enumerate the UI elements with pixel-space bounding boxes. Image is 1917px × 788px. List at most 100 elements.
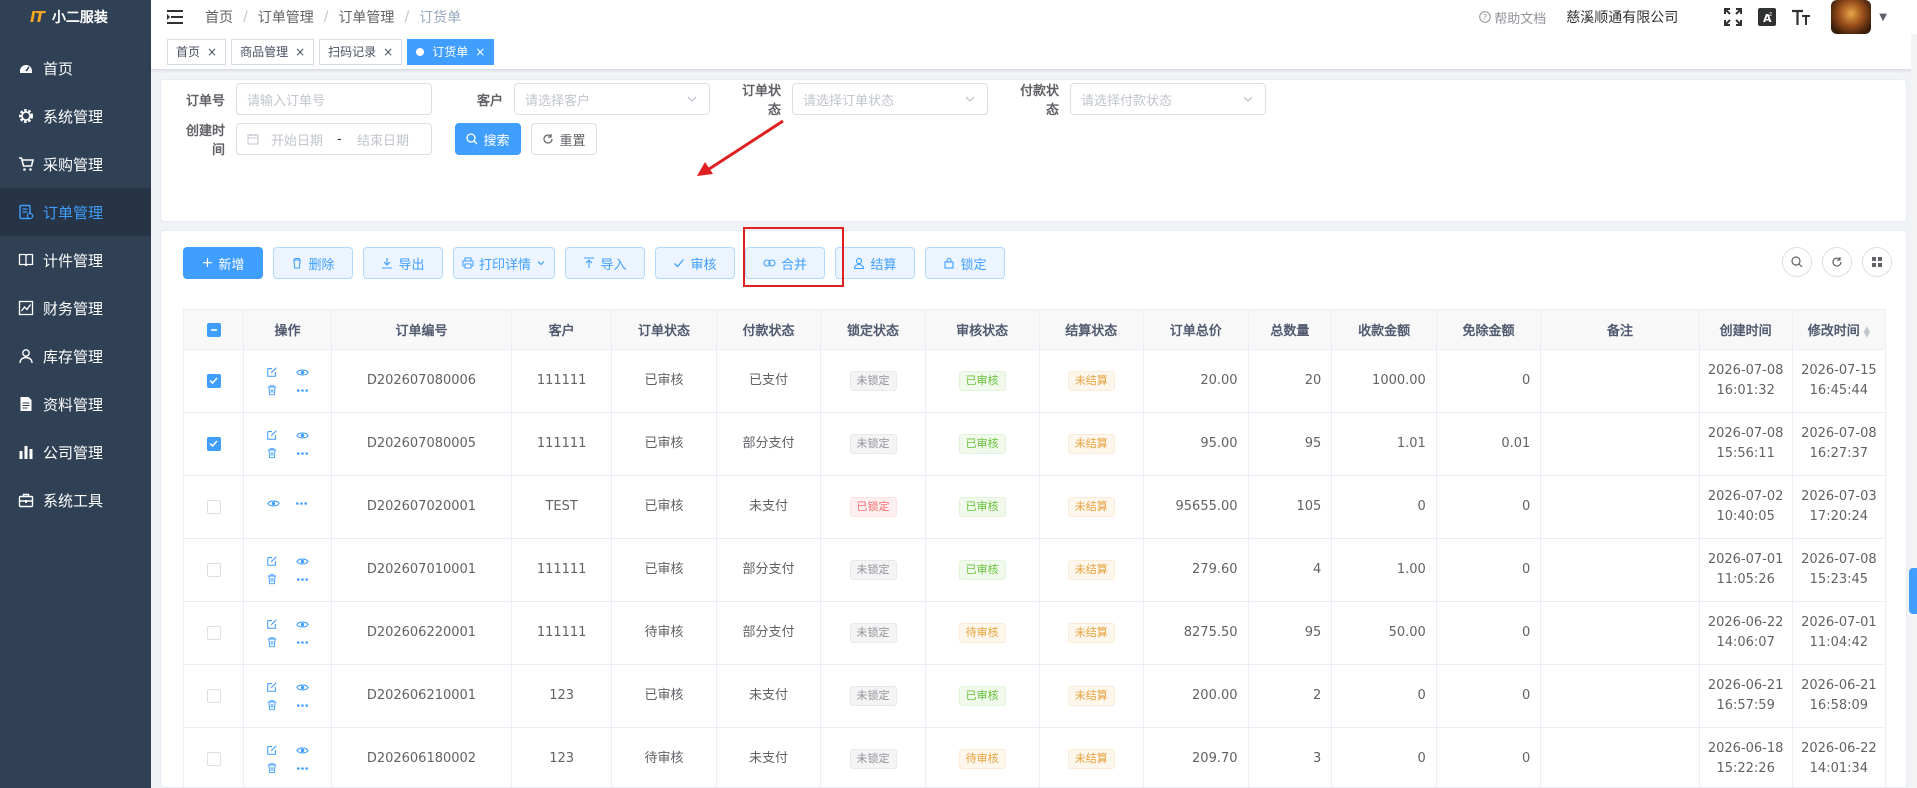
sidebar-item[interactable]: 采购管理 [0, 140, 151, 188]
end-date[interactable]: 结束日期 [357, 130, 409, 149]
export-button[interactable]: 导出 [363, 247, 443, 279]
eye-icon[interactable] [295, 680, 309, 694]
edit-icon[interactable] [265, 743, 279, 757]
select-all-checkbox[interactable] [206, 322, 221, 337]
close-icon[interactable]: × [295, 45, 305, 59]
row-checkbox[interactable] [206, 373, 221, 388]
table-row[interactable]: D202607020001 TEST 已审核 未支付 已锁定 已审核 未结算 95655.00… [183, 475, 1887, 539]
sidebar-item[interactable]: 订单管理 [0, 188, 151, 236]
table-row[interactable]: D202606180002 123 待审核 未支付 未锁定 待审核 未结算 209.70 3 0 0… [183, 727, 1887, 787]
sidebar-item[interactable]: 库存管理 [0, 332, 151, 380]
edit-icon[interactable] [265, 365, 279, 379]
pay-status-select[interactable]: 请选择付款状态 [1070, 83, 1266, 115]
date-range-picker[interactable]: 开始日期 - 结束日期 [236, 123, 432, 155]
more-icon[interactable] [295, 572, 309, 586]
order-no-input[interactable]: 请输入订单号 [236, 83, 432, 115]
avatar[interactable] [1831, 0, 1872, 34]
audit-button[interactable]: 审核 [655, 247, 735, 279]
eye-icon[interactable] [295, 428, 309, 442]
more-icon[interactable] [295, 635, 309, 649]
reset-button[interactable]: 重置 [531, 123, 597, 155]
more-icon[interactable] [294, 497, 308, 511]
columns-button[interactable] [1862, 247, 1892, 277]
customer-select[interactable]: 请选择客户 [514, 83, 710, 115]
merge-button[interactable]: 合并 [745, 247, 825, 279]
trash-icon[interactable] [265, 698, 279, 712]
eye-icon[interactable] [266, 497, 280, 511]
table-row[interactable]: D202607080006 111111 已审核 已支付 未锁定 已审核 未结算 20.00 2… [183, 349, 1887, 413]
help-link[interactable]: ? 帮助文档 [1479, 8, 1546, 27]
more-icon[interactable] [295, 383, 309, 397]
row-checkbox[interactable] [206, 688, 221, 703]
row-checkbox[interactable] [206, 625, 221, 640]
sidebar-item[interactable]: 资料管理 [0, 380, 151, 428]
eye-icon[interactable] [295, 365, 309, 379]
eye-icon[interactable] [295, 554, 309, 568]
more-icon[interactable] [295, 698, 309, 712]
edit-icon[interactable] [265, 428, 279, 442]
audit-status-badge: 已审核 [958, 560, 1006, 580]
edit-icon[interactable] [265, 554, 279, 568]
translate-icon[interactable]: Az [1757, 7, 1777, 27]
tag-label: 订货单 [432, 45, 469, 59]
close-icon[interactable]: × [207, 45, 217, 59]
order-no-cell: D202606180002 [330, 727, 512, 787]
delete-button[interactable]: 删除 [273, 247, 353, 279]
trash-icon[interactable] [265, 383, 279, 397]
trash-icon[interactable] [265, 761, 279, 775]
table-row[interactable]: D202606220001 111111 待审核 部分支付 未锁定 待审核 未结算 8275.… [183, 601, 1887, 665]
lock-status-cell: 未锁定 [820, 601, 926, 665]
breadcrumb-item[interactable]: 首页 [205, 7, 233, 27]
row-checkbox[interactable] [206, 499, 221, 514]
row-checkbox[interactable] [206, 751, 221, 766]
close-icon[interactable]: × [383, 45, 393, 59]
trash-icon[interactable] [265, 635, 279, 649]
tag[interactable]: 扫码记录 × [319, 38, 403, 65]
edit-icon[interactable] [265, 680, 279, 694]
tag[interactable]: 订货单 × [407, 38, 495, 65]
page-scrollbar-track[interactable] [1911, 34, 1917, 788]
settle-button[interactable]: 结算 [835, 247, 915, 279]
app-logo[interactable]: IT 小二服装 [0, 0, 151, 34]
breadcrumb-item[interactable]: 订单管理 [338, 7, 394, 27]
eye-icon[interactable] [295, 743, 309, 757]
hamburger-icon[interactable] [167, 9, 185, 25]
chevron-down-icon[interactable]: ▼ [1879, 12, 1887, 23]
sort-icon[interactable]: ▲ ▼ [1864, 324, 1870, 338]
tag[interactable]: 商品管理 × [231, 38, 315, 65]
sidebar-item[interactable]: 首页 [0, 44, 151, 92]
breadcrumb-item[interactable]: 订单管理 [258, 7, 314, 27]
sidebar-item[interactable]: 系统工具 [0, 476, 151, 524]
refresh-button[interactable] [1822, 247, 1852, 277]
import-button[interactable]: 导入 [565, 247, 645, 279]
row-checkbox[interactable] [206, 436, 221, 451]
sidebar-item[interactable]: 公司管理 [0, 428, 151, 476]
add-button[interactable]: + 新增 [183, 247, 263, 279]
trash-icon[interactable] [265, 446, 279, 460]
sidebar-item[interactable]: 系统管理 [0, 92, 151, 140]
tag[interactable]: 首页 × [167, 38, 227, 65]
trash-icon[interactable] [265, 572, 279, 586]
row-checkbox[interactable] [206, 562, 221, 577]
page-scrollbar-thumb[interactable] [1909, 568, 1917, 614]
settle-status-cell: 未结算 [1038, 475, 1145, 539]
search-toggle-button[interactable] [1782, 247, 1812, 277]
table-row[interactable]: D202607080005 111111 已审核 部分支付 未锁定 已审核 未结算 95.00… [183, 412, 1887, 476]
search-button[interactable]: 搜索 [455, 123, 521, 155]
close-icon[interactable]: × [475, 45, 485, 59]
font-size-icon[interactable] [1791, 7, 1811, 27]
col-modified[interactable]: 修改时间 ▲ ▼ [1791, 309, 1887, 350]
more-icon[interactable] [295, 761, 309, 775]
more-icon[interactable] [295, 446, 309, 460]
lock-button[interactable]: 锁定 [925, 247, 1005, 279]
fullscreen-icon[interactable] [1723, 7, 1743, 27]
sidebar-item[interactable]: 计件管理 [0, 236, 151, 284]
start-date[interactable]: 开始日期 [271, 130, 337, 149]
table-row[interactable]: D202607010001 111111 已审核 部分支付 未锁定 已审核 未结算 279.6… [183, 538, 1887, 602]
table-row[interactable]: D202606210001 123 已审核 未支付 未锁定 已审核 未结算 200.00 2 0 0… [183, 664, 1887, 728]
eye-icon[interactable] [295, 617, 309, 631]
print-detail-button[interactable]: 打印详情 [453, 247, 555, 279]
sidebar-item[interactable]: 财务管理 [0, 284, 151, 332]
edit-icon[interactable] [265, 617, 279, 631]
order-status-select[interactable]: 请选择订单状态 [792, 83, 988, 115]
